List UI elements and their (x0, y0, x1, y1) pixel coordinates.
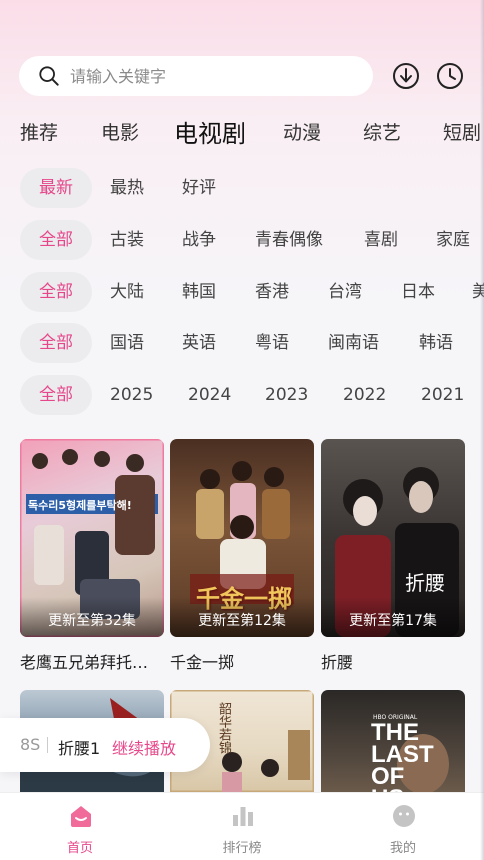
tab-movie[interactable]: 电影 (101, 118, 139, 145)
search-row (0, 56, 484, 96)
video-card[interactable]: 千金一掷 更新至第12集 千金一掷 (170, 439, 314, 672)
video-poster: 독수리5형제를부탁해! 更新至第32集 (20, 439, 164, 637)
filter-genre-costume[interactable]: 古装 (110, 220, 144, 260)
poster-title-text: 韶华若锦 (216, 702, 231, 754)
video-title: 折腰 (321, 653, 354, 672)
episode-badge: 更新至第17集 (321, 597, 465, 637)
filter-sort-latest[interactable]: 最新 (20, 168, 92, 208)
bottom-nav: 首页 排行榜 我的 (0, 792, 484, 860)
video-poster: 千金一掷 更新至第12集 (170, 439, 314, 637)
search-box[interactable] (19, 56, 373, 96)
filter-year-2023[interactable]: 2023 (265, 375, 308, 415)
poster-title-text: THE LAST OF US (371, 719, 434, 793)
poster-title-text: 독수리5형제를부탁해! (28, 499, 132, 512)
filter-region-taiwan[interactable]: 台湾 (328, 272, 362, 312)
episode-badge: 更新至第32集 (20, 597, 164, 637)
search-icon (39, 66, 59, 86)
filter-genre-all[interactable]: 全部 (20, 220, 92, 260)
filter-region-mainland[interactable]: 大陆 (110, 272, 144, 312)
continue-title: 折腰1 (58, 739, 101, 758)
filter-region-korea[interactable]: 韩国 (182, 272, 216, 312)
region-filter-row: 全部 大陆 韩国 香港 台湾 日本 美 (0, 272, 484, 312)
continue-prefix: 8S (20, 735, 41, 754)
filter-lang-korean[interactable]: 韩语 (419, 323, 453, 363)
nav-ranking-label: 排行榜 (222, 841, 262, 856)
filter-year-2024[interactable]: 2024 (188, 375, 231, 415)
tab-recommend[interactable]: 推荐 (20, 118, 58, 145)
video-title: 老鹰五兄弟拜托… (20, 653, 149, 672)
filter-year-all[interactable]: 全部 (20, 375, 92, 415)
video-card[interactable]: 독수리5형제를부탁해! 更新至第32集 老鹰五兄弟拜托… (20, 439, 164, 672)
filter-sort-hot[interactable]: 最热 (110, 168, 144, 208)
divider (47, 737, 48, 753)
search-input[interactable] (70, 61, 360, 91)
tab-tv-series[interactable]: 电视剧 (174, 114, 246, 149)
language-filter-row: 全部 国语 英语 粤语 闽南语 韩语 (0, 323, 484, 363)
window-edge (480, 0, 484, 860)
continue-play-button[interactable]: 继续播放 (112, 735, 176, 759)
filter-genre-war[interactable]: 战争 (182, 220, 216, 260)
filter-year-2021[interactable]: 2021 (421, 375, 464, 415)
filter-year-2025[interactable]: 2025 (110, 375, 153, 415)
filter-genre-youth[interactable]: 青春偶像 (255, 220, 323, 260)
filter-lang-cantonese[interactable]: 粤语 (255, 323, 289, 363)
tab-short-drama[interactable]: 短剧 (443, 118, 481, 145)
filter-lang-hokkien[interactable]: 闽南语 (328, 323, 379, 363)
year-filter-row: 全部 2025 2024 2023 2022 2021 (0, 375, 484, 415)
filter-region-hongkong[interactable]: 香港 (255, 272, 289, 312)
download-icon[interactable] (392, 62, 420, 90)
history-icon[interactable] (436, 62, 464, 90)
home-icon (71, 806, 91, 827)
tab-anime[interactable]: 动漫 (283, 118, 321, 145)
profile-icon (393, 805, 415, 827)
filter-lang-english[interactable]: 英语 (182, 323, 216, 363)
filter-year-2022[interactable]: 2022 (343, 375, 386, 415)
filter-region-japan[interactable]: 日本 (401, 272, 435, 312)
filter-lang-mandarin[interactable]: 国语 (110, 323, 144, 363)
chart-icon (233, 807, 253, 826)
nav-home[interactable]: 首页 (40, 793, 120, 860)
continue-watching-bar[interactable]: 8S 折腰1 继续播放 (0, 718, 210, 772)
nav-ranking[interactable]: 排行榜 (202, 793, 282, 860)
nav-home-label: 首页 (66, 841, 93, 856)
episode-badge: 更新至第12集 (170, 597, 314, 637)
filter-lang-all[interactable]: 全部 (20, 323, 92, 363)
genre-filter-row: 全部 古装 战争 青春偶像 喜剧 家庭 (0, 220, 484, 260)
filter-genre-comedy[interactable]: 喜剧 (364, 220, 398, 260)
nav-profile[interactable]: 我的 (363, 793, 443, 860)
video-card[interactable]: HBO ORIGINAL THE LAST OF US (321, 690, 465, 792)
filter-genre-family[interactable]: 家庭 (436, 220, 470, 260)
nav-profile-label: 我的 (389, 841, 416, 856)
video-title: 千金一掷 (170, 653, 235, 672)
video-card[interactable]: 折腰 更新至第17集 折腰 (321, 439, 465, 672)
filter-sort-rated[interactable]: 好评 (182, 168, 216, 208)
category-tabs: 推荐 电影 电视剧 动漫 综艺 短剧 (0, 114, 484, 150)
sort-filter-row: 最新 最热 好评 (0, 168, 484, 208)
poster-title-text: 折腰 (405, 571, 445, 595)
tab-variety[interactable]: 综艺 (363, 118, 401, 145)
video-poster: 折腰 更新至第17集 (321, 439, 465, 637)
filter-region-all[interactable]: 全部 (20, 272, 92, 312)
